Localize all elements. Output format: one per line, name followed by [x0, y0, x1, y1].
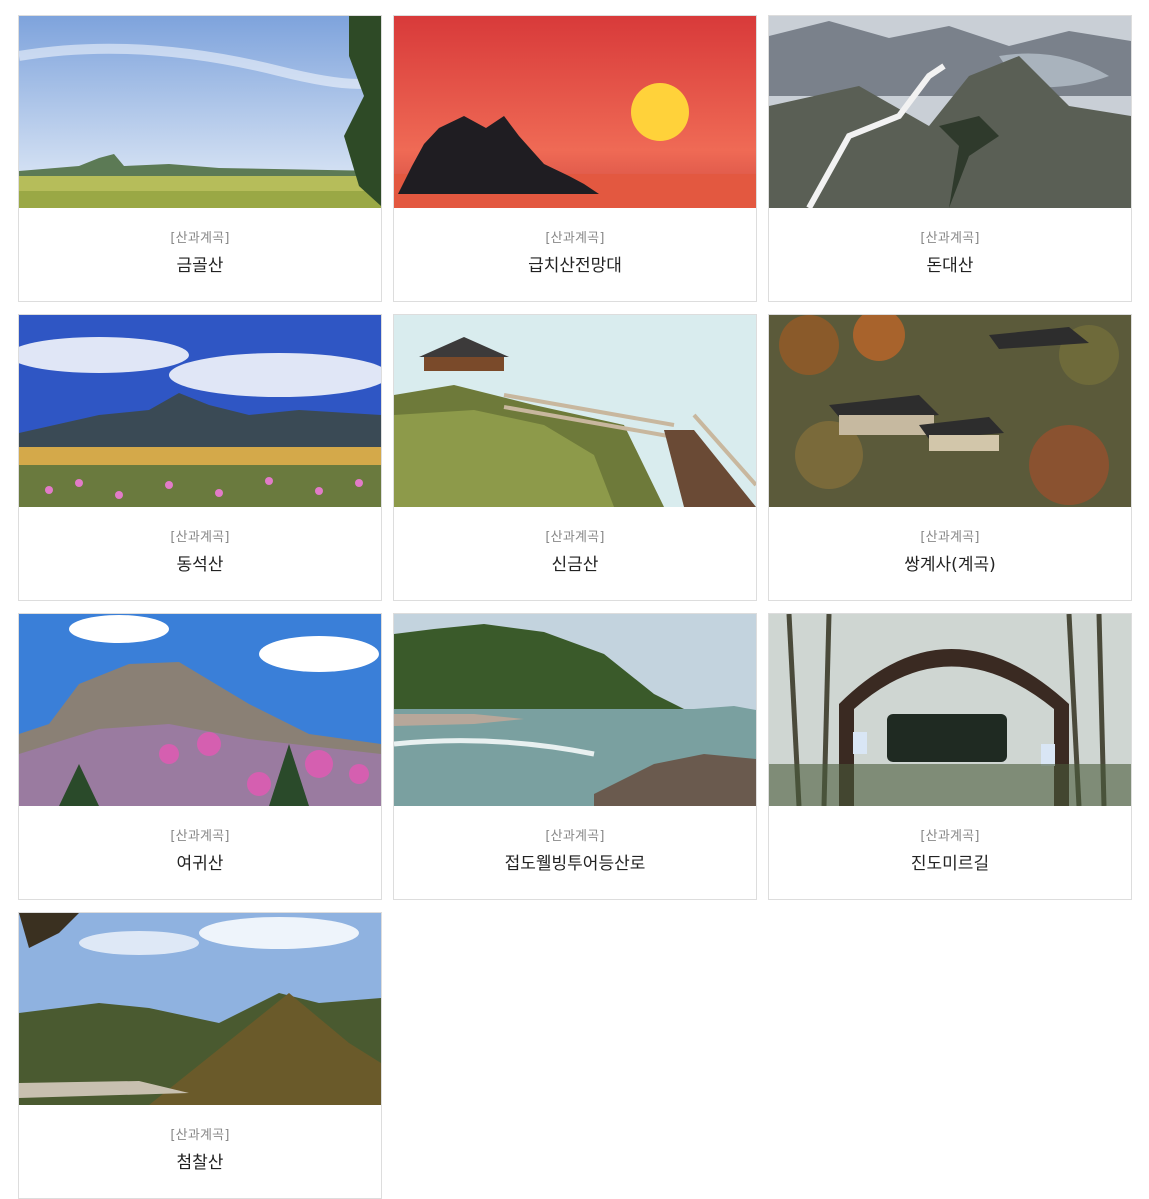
card-title[interactable]: 돈대산	[769, 254, 1131, 278]
card-title[interactable]: 급치산전망대	[394, 254, 756, 278]
card-category: [산과계곡]	[545, 829, 605, 844]
place-card[interactable]: [산과계곡] 진도미르길	[768, 613, 1132, 900]
green-hills-photo[interactable]	[19, 913, 381, 1105]
card-category: [산과계곡]	[170, 829, 230, 844]
place-list-grid: [산과계곡] 금골산 [산과계곡] 급치산전망대 [산과계곡] 돈대산 [산과계…	[18, 15, 1132, 1199]
place-card[interactable]: [산과계곡] 여귀산	[18, 613, 382, 900]
place-card[interactable]: [산과계곡] 쌍계사(계곡)	[768, 314, 1132, 601]
card-category: [산과계곡]	[920, 231, 980, 246]
pavilion-stairs-photo[interactable]	[394, 315, 756, 507]
coast-rocks-photo[interactable]	[394, 614, 756, 806]
place-card[interactable]: [산과계곡] 동석산	[18, 314, 382, 601]
card-title[interactable]: 진도미르길	[769, 852, 1131, 876]
place-card[interactable]: [산과계곡] 돈대산	[768, 15, 1132, 302]
card-title[interactable]: 금골산	[19, 254, 381, 278]
card-title[interactable]: 접도웰빙투어등산로	[394, 852, 756, 876]
card-category: [산과계곡]	[920, 829, 980, 844]
place-card[interactable]: [산과계곡] 급치산전망대	[393, 15, 757, 302]
place-card[interactable]: [산과계곡] 금골산	[18, 15, 382, 302]
card-title[interactable]: 여귀산	[19, 852, 381, 876]
sunset-sea-photo[interactable]	[394, 16, 756, 208]
place-card[interactable]: [산과계곡] 접도웰빙투어등산로	[393, 613, 757, 900]
place-card[interactable]: [산과계곡] 첨찰산	[18, 912, 382, 1199]
temple-autumn-photo[interactable]	[769, 315, 1131, 507]
mountain-flowers-photo[interactable]	[19, 315, 381, 507]
card-category: [산과계곡]	[545, 530, 605, 545]
card-title[interactable]: 신금산	[394, 553, 756, 577]
card-title[interactable]: 첨찰산	[19, 1151, 381, 1175]
azalea-peak-photo[interactable]	[19, 614, 381, 806]
card-category: [산과계곡]	[545, 231, 605, 246]
trail-gate-photo[interactable]	[769, 614, 1131, 806]
mountain-field-photo[interactable]	[19, 16, 381, 208]
card-category: [산과계곡]	[170, 231, 230, 246]
card-category: [산과계곡]	[170, 530, 230, 545]
card-title[interactable]: 동석산	[19, 553, 381, 577]
place-card[interactable]: [산과계곡] 신금산	[393, 314, 757, 601]
card-category: [산과계곡]	[170, 1128, 230, 1143]
snowy-ridge-photo[interactable]	[769, 16, 1131, 208]
card-title[interactable]: 쌍계사(계곡)	[769, 553, 1131, 577]
card-category: [산과계곡]	[920, 530, 980, 545]
